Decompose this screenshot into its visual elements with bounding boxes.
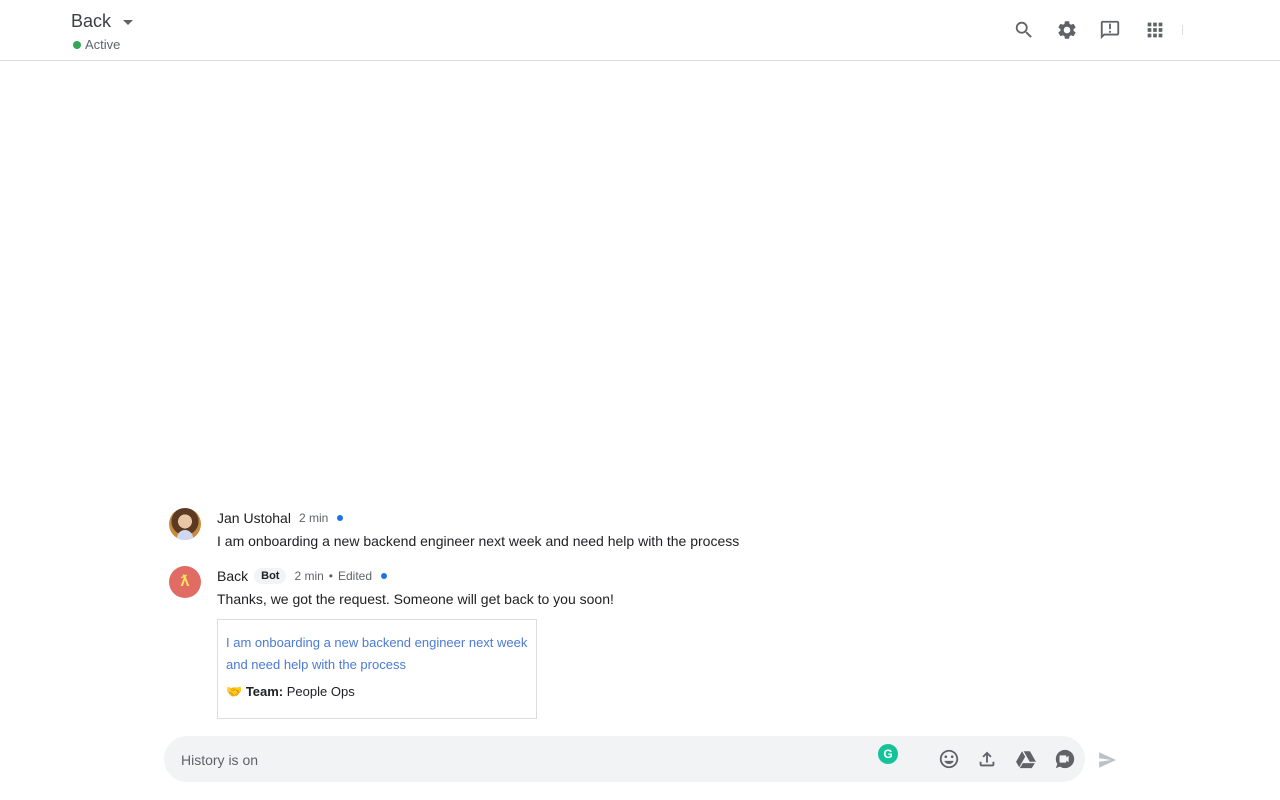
avatar-shirt: [177, 530, 193, 540]
request-card: I am onboarding a new backend engineer n…: [217, 619, 537, 719]
header-divider: [1182, 25, 1183, 35]
header: Back Active: [0, 0, 1280, 61]
team-label: Team:: [245, 684, 284, 699]
team-value: People Ops: [286, 684, 355, 699]
grammarly-glyph: G: [883, 747, 893, 761]
search-icon[interactable]: [1010, 16, 1038, 44]
message-time: 2 min: [294, 569, 324, 583]
chat-app: Back Active Jan Ustohal 2 min I am onboa…: [0, 0, 1280, 800]
active-dot-icon: [73, 40, 81, 49]
bot-logo-icon: ƛ: [180, 573, 190, 590]
edited-label: Edited: [338, 569, 373, 583]
avatar[interactable]: [169, 508, 201, 540]
message-text: Thanks, we got the request. Someone will…: [217, 591, 614, 607]
emoji-icon[interactable]: [937, 747, 961, 771]
message-text: I am onboarding a new backend engineer n…: [217, 533, 740, 549]
message-time: 2 min: [298, 511, 329, 525]
unread-dot-icon: [337, 515, 344, 521]
room-title-menu[interactable]: Back: [71, 11, 134, 32]
presence-status: Active: [73, 37, 120, 52]
meet-icon[interactable]: [1053, 747, 1077, 771]
team-row: 🤝 Team: People Ops: [226, 684, 528, 700]
bot-badge: Bot: [254, 568, 287, 584]
message-composer: G: [164, 736, 1085, 782]
feedback-icon[interactable]: [1096, 16, 1124, 44]
grammarly-icon[interactable]: G: [878, 744, 898, 764]
room-title: Back: [71, 11, 112, 31]
caret-down-icon: [123, 20, 134, 25]
message-item: Jan Ustohal 2 min I am onboarding a new …: [169, 508, 1069, 558]
drive-icon[interactable]: [1014, 747, 1038, 771]
message-item: ƛ Back Bot 2 min • Edited Thanks, we got…: [169, 566, 1069, 726]
handshake-icon: 🤝: [226, 684, 243, 699]
separator: •: [328, 569, 333, 583]
sender-name[interactable]: Back: [217, 568, 248, 584]
message-input[interactable]: [179, 748, 833, 772]
apps-icon[interactable]: [1141, 16, 1169, 44]
request-link[interactable]: I am onboarding a new backend engineer n…: [226, 632, 528, 676]
upload-icon[interactable]: [975, 747, 999, 771]
status-text: Active: [85, 37, 121, 52]
message-header: Jan Ustohal 2 min: [217, 508, 344, 528]
unread-dot-icon: [381, 573, 388, 579]
sender-name[interactable]: Jan Ustohal: [217, 510, 291, 526]
message-header: Back Bot 2 min • Edited: [217, 566, 388, 586]
send-icon[interactable]: [1095, 748, 1119, 772]
settings-icon[interactable]: [1053, 16, 1081, 44]
bot-avatar[interactable]: ƛ: [169, 566, 201, 598]
